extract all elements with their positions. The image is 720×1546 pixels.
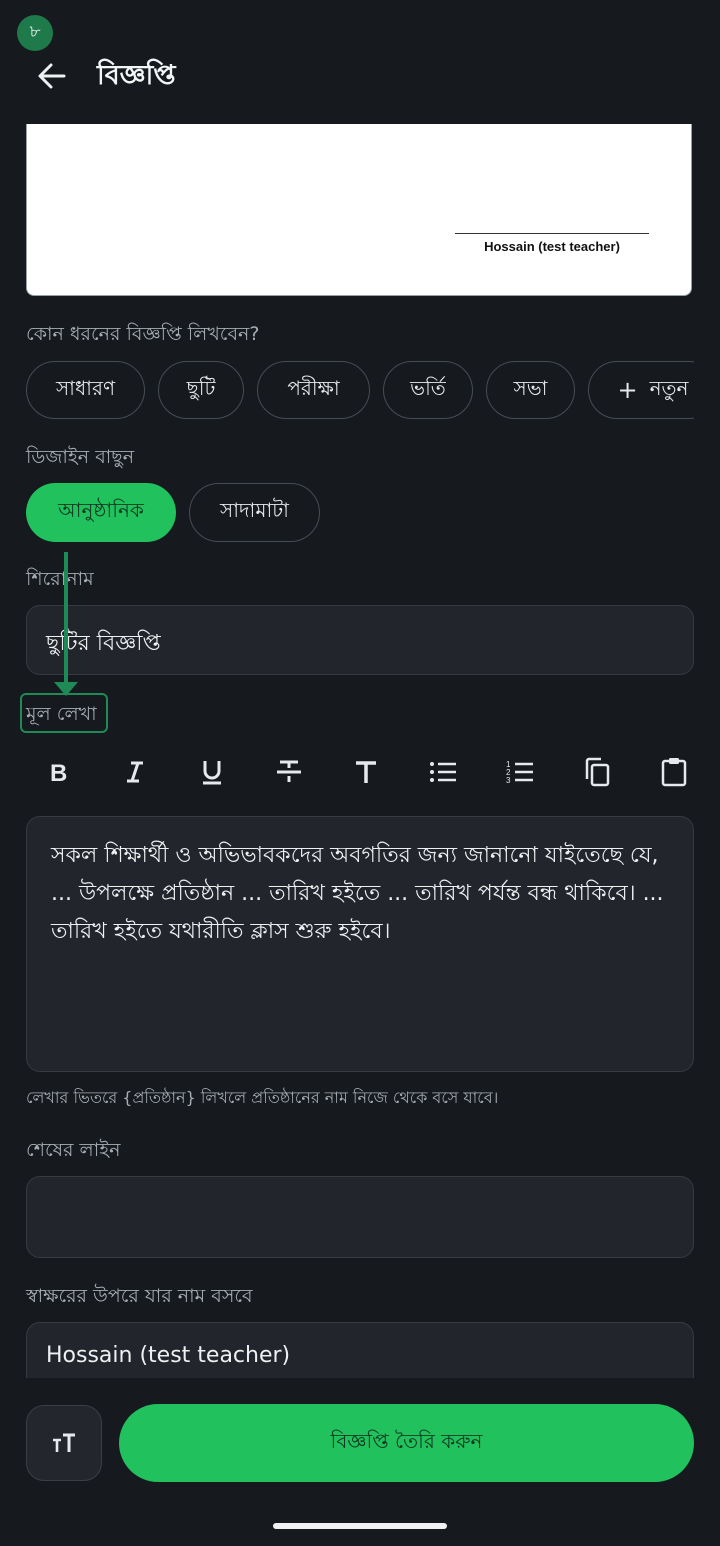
paste-button[interactable] — [654, 752, 694, 792]
arrow-left-icon — [38, 63, 66, 89]
preview-signature-name: Hossain (test teacher) — [484, 239, 620, 254]
signature-name-value: Hossain (test teacher) — [46, 1343, 291, 1368]
signature-line — [455, 233, 649, 234]
text-size-icon — [53, 1433, 75, 1452]
plus-icon: + — [617, 376, 638, 404]
chip-exam[interactable]: পরীক্ষা — [257, 361, 370, 419]
notification-count-badge: ৮ — [17, 15, 53, 51]
underline-button[interactable] — [192, 752, 232, 792]
italic-icon — [127, 761, 143, 783]
copy-icon — [585, 757, 610, 787]
text-style-button[interactable] — [346, 752, 386, 792]
chip-meeting[interactable]: সভা — [486, 361, 575, 419]
underline-icon — [203, 761, 221, 785]
guide-arrow-icon — [54, 552, 78, 696]
home-indicator[interactable] — [273, 1523, 447, 1529]
chip-new[interactable]: + নতুন — [588, 361, 694, 419]
chip-general[interactable]: সাধারণ — [26, 361, 145, 419]
closing-line-label: শেষের লাইন — [26, 1139, 121, 1161]
notice-preview: Hossain (test teacher) — [26, 124, 692, 296]
copy-button[interactable] — [577, 752, 617, 792]
bullet-list-icon — [430, 762, 456, 782]
create-notice-button[interactable]: বিজ্ঞপ্তি তৈরি করুন — [119, 1404, 694, 1482]
strikethrough-icon — [277, 760, 301, 782]
body-helper-text: লেখার ভিতরে {প্রতিষ্ঠান} লিখলে প্রতিষ্ঠা… — [26, 1088, 499, 1107]
chip-new-clip: + নতুন — [588, 361, 694, 419]
bold-button[interactable]: B — [38, 752, 78, 792]
strikethrough-button[interactable] — [269, 752, 309, 792]
bullet-list-button[interactable] — [423, 752, 463, 792]
design-label: ডিজাইন বাছুন — [26, 446, 135, 468]
design-formal-option[interactable]: আনুষ্ঠানিক — [26, 483, 176, 542]
page-title: বিজ্ঞপ্তি — [97, 60, 176, 91]
chip-new-label: নতুন — [649, 375, 689, 400]
italic-button[interactable] — [115, 752, 155, 792]
text-icon — [356, 761, 376, 783]
svg-text:B: B — [50, 760, 67, 785]
notice-type-label: কোন ধরনের বিজ্ঞপ্তি লিখবেন? — [26, 323, 260, 345]
paste-icon — [661, 758, 687, 787]
chip-holiday[interactable]: ছুটি — [158, 361, 244, 419]
bold-icon: B — [50, 760, 67, 785]
back-button[interactable] — [34, 58, 70, 94]
heading-input[interactable]: ছুটির বিজ্ঞপ্তি — [26, 605, 694, 675]
svg-text:3: 3 — [506, 776, 511, 785]
numbered-list-icon: 1 2 3 — [506, 760, 533, 785]
chip-admission[interactable]: ভর্তি — [383, 361, 473, 419]
body-textarea-value: সকল শিক্ষার্থী ও অভিভাবকদের অবগতির জন্য … — [51, 843, 664, 944]
numbered-list-button[interactable]: 1 2 3 — [500, 752, 540, 792]
text-size-button[interactable] — [26, 1405, 102, 1481]
body-textarea[interactable]: সকল শিক্ষার্থী ও অভিভাবকদের অবগতির জন্য … — [26, 816, 694, 1072]
design-simple-option[interactable]: সাদামাটা — [189, 483, 320, 542]
closing-line-input[interactable] — [26, 1176, 694, 1258]
body-label: মূল লেখা — [26, 703, 97, 725]
signature-name-label: স্বাক্ষরের উপরে যার নাম বসবে — [26, 1285, 253, 1307]
